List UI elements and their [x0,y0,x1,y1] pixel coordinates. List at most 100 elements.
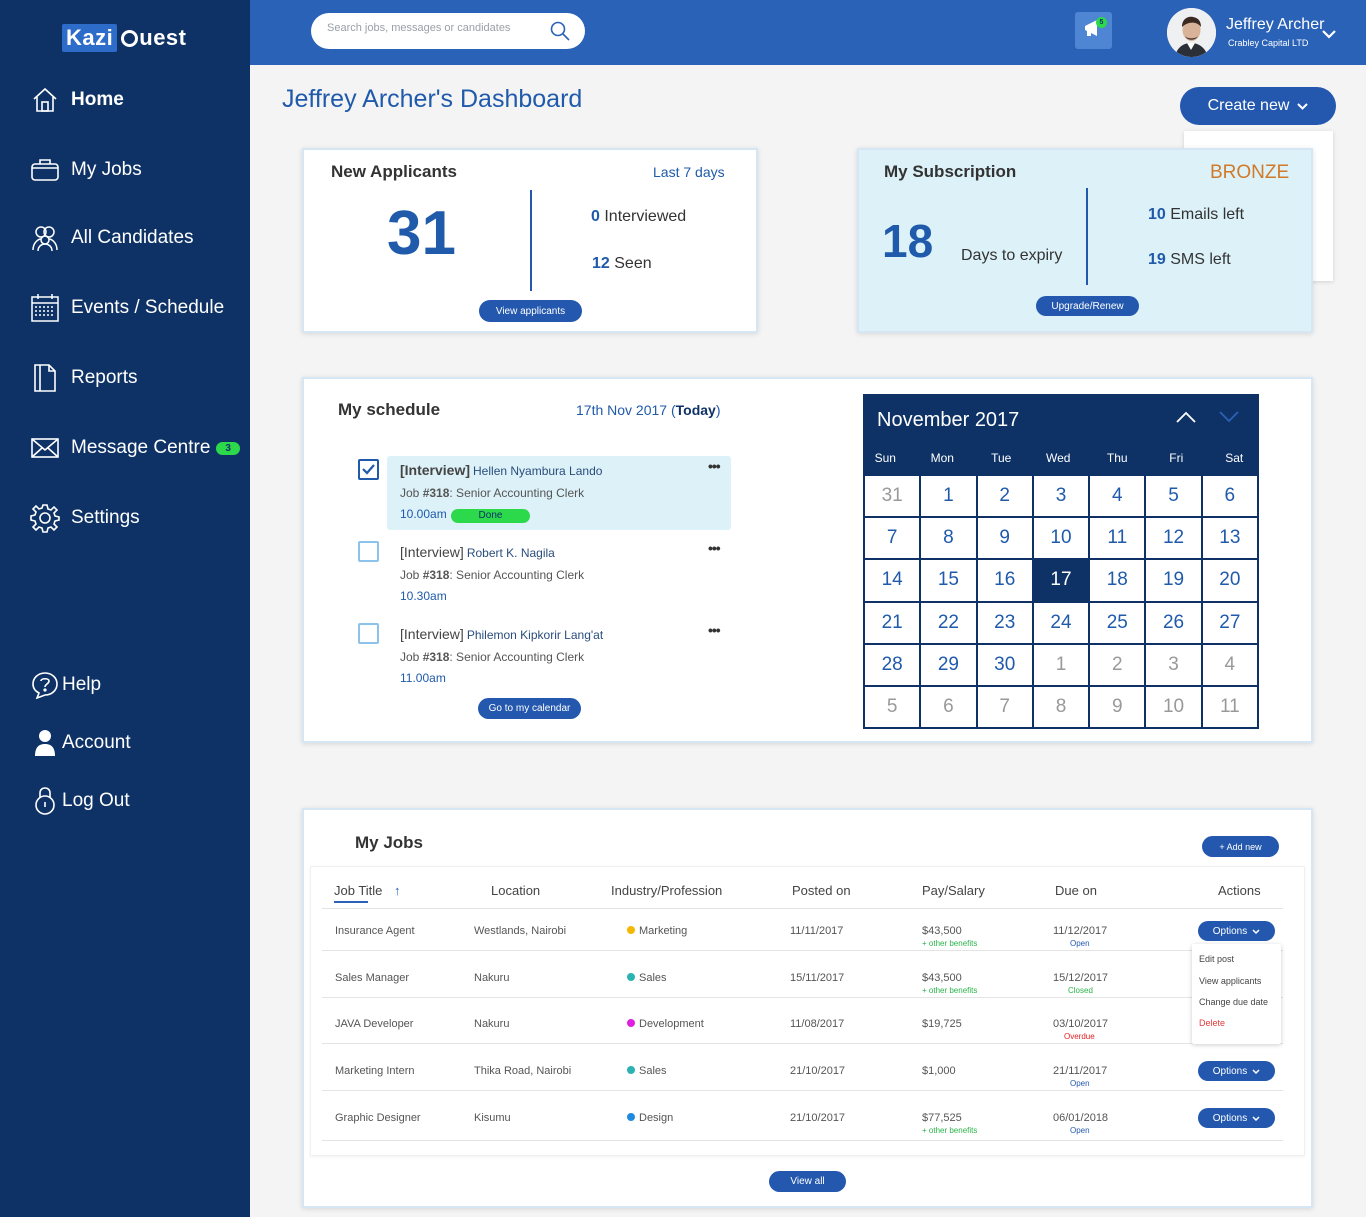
view-all-button[interactable]: View all [769,1171,846,1192]
menu-item-view-applicants[interactable]: View applicants [1199,976,1261,986]
calendar-day[interactable]: 9 [1090,686,1145,727]
calendar-day[interactable]: 7 [865,518,920,559]
schedule-checkbox[interactable] [358,623,379,644]
calendar-day[interactable]: 25 [1090,602,1145,643]
calendar-day[interactable]: 29 [921,644,976,685]
calendar-day[interactable]: 10 [1033,518,1089,559]
job-title-cell[interactable]: JAVA Developer [335,1018,413,1030]
calendar-day[interactable]: 12 [1146,518,1201,559]
avatar[interactable] [1167,8,1216,57]
notifications-button[interactable]: 5 [1075,12,1112,49]
options-button[interactable]: Options [1198,921,1275,941]
calendar-day[interactable]: 6 [921,686,976,727]
search-icon[interactable] [550,21,570,46]
menu-item-edit-post[interactable]: Edit post [1199,954,1234,964]
sort-arrow-icon[interactable]: ↑ [394,883,401,898]
calendar-day[interactable]: 4 [1202,644,1257,685]
create-new-button[interactable]: Create new [1180,87,1336,125]
calendar-day[interactable]: 8 [1033,686,1089,727]
user-name[interactable]: Jeffrey Archer [1226,16,1324,34]
sidebar-item-settings[interactable]: Settings [30,503,140,533]
calendar-day[interactable]: 23 [977,602,1032,643]
calendar-day[interactable]: 21 [865,602,920,643]
sidebar-item-my-jobs[interactable]: My Jobs [30,155,142,185]
schedule-checkbox[interactable] [358,459,379,480]
job-title-cell[interactable]: Insurance Agent [335,925,415,937]
due-on-cell: 06/01/2018 [1053,1112,1109,1124]
sidebar-item-help[interactable]: Help [30,670,101,700]
calendar-day[interactable]: 1 [1033,644,1089,685]
calendar-day[interactable]: 5 [1146,476,1201,517]
calendar-day[interactable]: 14 [865,560,920,601]
calendar-day[interactable]: 2 [1090,644,1145,685]
go-to-calendar-button[interactable]: Go to my calendar [478,698,581,719]
sidebar-item-reports[interactable]: Reports [30,363,138,393]
calendar-day[interactable]: 22 [921,602,976,643]
column-header-posted-on[interactable]: Posted on [792,883,851,898]
search-input[interactable] [327,22,547,34]
chevron-down-icon[interactable] [1322,26,1336,44]
upgrade-renew-button[interactable]: Upgrade/Renew [1036,296,1139,316]
column-header-pay-salary[interactable]: Pay/Salary [922,883,985,898]
sidebar-item-home[interactable]: Home [30,85,124,115]
calendar-day[interactable]: 27 [1202,602,1257,643]
more-options-icon[interactable]: ••• [708,540,721,556]
calendar-day[interactable]: 20 [1202,560,1257,601]
calendar-day[interactable]: 6 [1202,476,1257,517]
search-box[interactable] [311,13,585,49]
calendar-day[interactable]: 3 [1033,476,1089,517]
calendar-day[interactable]: 13 [1202,518,1257,559]
calendar-day[interactable]: 16 [977,560,1032,601]
sidebar-item-log-out[interactable]: Log Out [30,786,130,816]
calendar-day[interactable]: 28 [865,644,920,685]
options-button[interactable]: Options [1198,1108,1275,1128]
calendar-day[interactable]: 31 [865,476,920,517]
calendar-day[interactable]: 18 [1090,560,1145,601]
calendar-day[interactable]: 7 [977,686,1032,727]
column-header-industry[interactable]: Industry/Profession [611,883,722,898]
calendar-day[interactable]: 11 [1090,518,1145,559]
sidebar: Kazi uest Home My Jobs All Candidates Ev… [0,0,250,1217]
column-header-due-on[interactable]: Due on [1055,883,1097,898]
calendar-day[interactable]: 11 [1202,686,1257,727]
sidebar-item-account[interactable]: Account [30,728,131,758]
menu-item-delete[interactable]: Delete [1199,1018,1225,1028]
logo[interactable]: Kazi uest [62,24,187,52]
add-new-job-button[interactable]: + Add new [1202,836,1279,857]
sidebar-item-message-centre[interactable]: Message Centre 3 [30,433,240,463]
job-title-cell[interactable]: Sales Manager [335,972,409,984]
checkmark-icon [362,464,375,475]
column-header-job-title[interactable]: Job Title ↑ [334,883,401,898]
calendar-day-today[interactable]: 17 [1033,560,1089,601]
period-filter[interactable]: Last 7 days [653,164,725,180]
schedule-item[interactable]: [Interview] Hellen Nyambura Lando Job #31… [387,456,731,530]
calendar-day[interactable]: 15 [921,560,976,601]
sidebar-item-events-schedule[interactable]: Events / Schedule [30,293,224,323]
calendar-day[interactable]: 30 [977,644,1032,685]
calendar-day[interactable]: 19 [1146,560,1201,601]
calendar-day[interactable]: 24 [1033,602,1089,643]
schedule-item[interactable]: [Interview] Robert K. Nagila Job #318: Se… [387,538,731,612]
chevron-down-icon[interactable] [1219,410,1239,428]
calendar-day[interactable]: 3 [1146,644,1201,685]
sidebar-item-all-candidates[interactable]: All Candidates [30,223,194,253]
calendar-day[interactable]: 9 [977,518,1032,559]
more-options-icon[interactable]: ••• [708,458,721,474]
chevron-up-icon[interactable] [1176,410,1196,428]
more-options-icon[interactable]: ••• [708,622,721,638]
calendar-day[interactable]: 10 [1146,686,1201,727]
job-title-cell[interactable]: Marketing Intern [335,1065,414,1077]
menu-item-change-due-date[interactable]: Change due date [1199,997,1268,1007]
calendar-day[interactable]: 4 [1090,476,1145,517]
column-header-location[interactable]: Location [491,883,540,898]
options-button[interactable]: Options [1198,1061,1275,1081]
calendar-day[interactable]: 26 [1146,602,1201,643]
calendar-day[interactable]: 8 [921,518,976,559]
schedule-item[interactable]: [Interview] Philemon Kipkorir Lang'at Job… [387,620,731,694]
schedule-checkbox[interactable] [358,541,379,562]
view-applicants-button[interactable]: View applicants [479,300,582,322]
calendar-day[interactable]: 1 [921,476,976,517]
job-title-cell[interactable]: Graphic Designer [335,1112,421,1124]
calendar-day[interactable]: 2 [977,476,1032,517]
calendar-day[interactable]: 5 [865,686,920,727]
